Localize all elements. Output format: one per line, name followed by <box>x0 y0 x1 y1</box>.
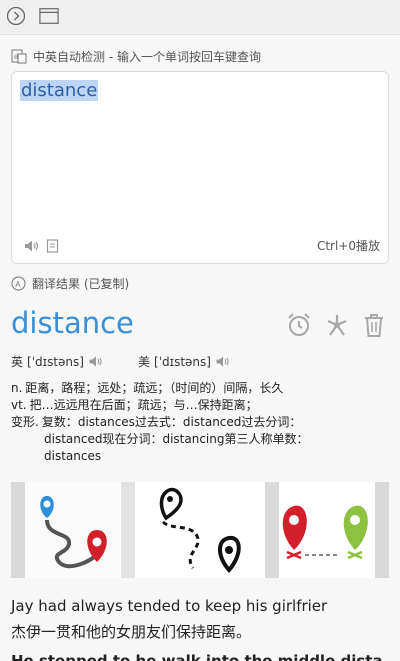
phonetic-uk-label: 英 <box>11 355 24 369</box>
window-icon[interactable] <box>39 6 59 26</box>
definition-row: distanced现在分词：distancing第三人称单数： <box>11 431 391 448</box>
definition-pos: 变形. <box>11 415 39 429</box>
network-share-icon[interactable] <box>324 312 350 338</box>
forward-circle-icon[interactable] <box>6 6 26 26</box>
copy-document-icon[interactable] <box>46 239 59 253</box>
definition-row: 变形. 复数：distances过去式：distanced过去分词： <box>11 414 391 431</box>
definition-text: 距离，路程；远处；疏远；（时间的）间隔，长久 <box>25 381 284 395</box>
red-green-pins-illustration <box>265 482 389 578</box>
phonetic-us: 美 [ˈdɪstəns] <box>138 353 231 370</box>
illustration-strip <box>11 482 389 578</box>
speaker-us-icon[interactable] <box>215 355 231 368</box>
definitions-list: n. 距离，路程；远处；疏远；（时间的）间隔，长久 vt. 把…远远甩在后面；疏… <box>11 380 391 465</box>
result-section-header: A 翻译结果 (已复制) <box>11 275 129 292</box>
result-actions <box>286 312 386 338</box>
example-sentence-en: Jay had always tended to keep his girlfr… <box>11 597 328 615</box>
top-toolbar <box>0 0 400 35</box>
definition-text: 复数：distances过去式：distanced过去分词： <box>41 415 302 429</box>
phonetic-us-label: 美 <box>138 355 151 369</box>
example-sentence-next: He stepped to he walk into the middle di… <box>11 652 383 661</box>
definition-text: 把…远远甩在后面；疏远；与…保持距离； <box>29 398 258 412</box>
definition-row: distances <box>11 448 391 465</box>
definition-pos: vt. <box>11 398 27 412</box>
definition-text: distances <box>44 449 102 463</box>
result-headword: distance <box>11 306 134 340</box>
definition-row: n. 距离，路程；远处；疏远；（时间的）间隔，长久 <box>11 380 391 397</box>
result-section-title: 翻译结果 (已复制) <box>32 277 130 291</box>
alarm-clock-icon[interactable] <box>286 312 312 338</box>
phonetic-us-text: [ˈdɪstəns] <box>154 354 211 369</box>
input-section-header: a 中英自动检测 - 输入一个单词按回车键查询 <box>11 48 261 65</box>
phonetic-uk-text: [ˈdɪstəns] <box>27 354 84 369</box>
definition-text: distanced现在分词：distancing第三人称单数： <box>44 432 309 446</box>
speaker-uk-icon[interactable] <box>88 355 104 368</box>
definition-row: vt. 把…远远甩在后面；疏远；与…保持距离； <box>11 397 391 414</box>
play-shortcut-hint: Ctrl+0播放 <box>316 239 380 253</box>
input-tools <box>24 239 59 253</box>
example-sentence-cn: 杰伊一贯和他的女朋友们保持距离。 <box>11 623 252 641</box>
phonetic-uk: 英 [ˈdɪstəns] <box>11 353 104 370</box>
trash-icon[interactable] <box>362 312 386 338</box>
definition-pos: n. <box>11 381 23 395</box>
route-pins-illustration <box>11 482 121 578</box>
speaker-icon[interactable] <box>24 239 40 253</box>
query-input-box[interactable]: distance Ctrl+0播放 <box>11 71 389 264</box>
svg-text:A: A <box>15 280 21 289</box>
dashed-path-pins-illustration <box>121 482 265 578</box>
translate-icon: A <box>11 276 26 291</box>
query-input-text[interactable]: distance <box>20 80 99 101</box>
input-section-title: 中英自动检测 - 输入一个单词按回车键查询 <box>33 50 261 64</box>
auto-detect-icon: a <box>11 49 27 64</box>
